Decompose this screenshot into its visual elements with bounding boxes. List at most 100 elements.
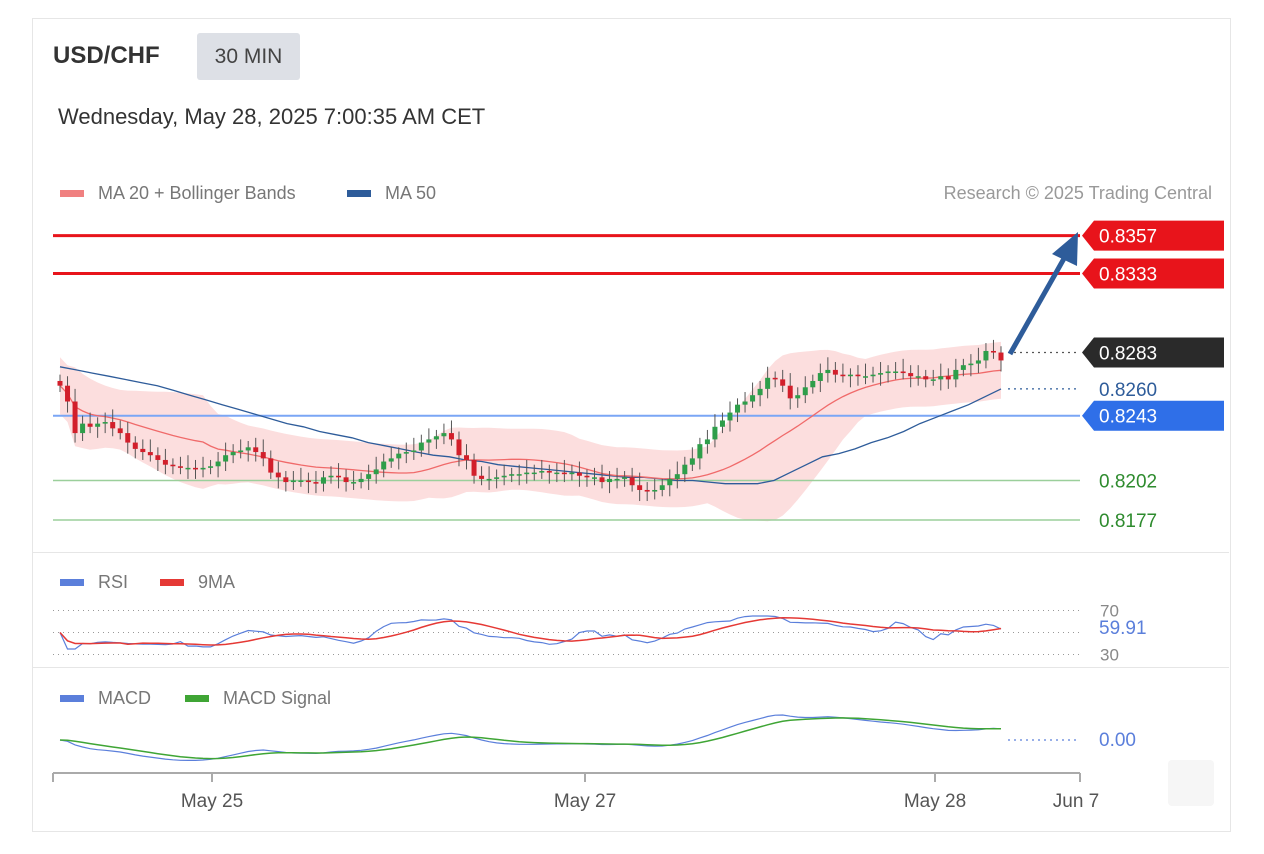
candle-body <box>674 474 680 479</box>
candle-body <box>448 433 454 440</box>
candle-body <box>403 452 409 454</box>
candle-body <box>667 478 673 486</box>
candle-body <box>358 478 364 483</box>
candle-body <box>464 455 470 460</box>
candle-body <box>343 477 349 483</box>
x-tick-label: May 25 <box>181 791 243 812</box>
candle-body <box>576 472 582 476</box>
candle-body <box>546 471 552 473</box>
candle-body <box>147 452 153 456</box>
candle-body <box>554 472 560 475</box>
rsi-axis-label: 30 <box>1100 646 1119 665</box>
candle-body <box>260 452 266 459</box>
candle-body <box>170 464 176 467</box>
candle-body <box>283 477 289 483</box>
level-label: 0.8260 <box>1099 380 1157 401</box>
candle-body <box>795 395 801 399</box>
candle-body <box>290 480 296 483</box>
candle-body <box>908 373 914 377</box>
candle-body <box>320 477 326 484</box>
candle-body <box>531 472 537 475</box>
candle-body <box>95 423 101 427</box>
candle-body <box>418 442 424 451</box>
candle-body <box>433 436 439 440</box>
candle-body <box>132 442 138 449</box>
candle-body <box>990 350 996 353</box>
level-label: 0.8283 <box>1099 344 1157 365</box>
level-label: 0.8357 <box>1099 227 1157 248</box>
candle-body <box>862 376 868 378</box>
candle-body <box>780 379 786 386</box>
candle-body <box>87 423 93 427</box>
candle-body <box>704 439 710 445</box>
candle-body <box>110 422 116 429</box>
level-label: 0.8202 <box>1099 471 1157 492</box>
candle-body <box>735 404 741 413</box>
candle-body <box>366 474 372 479</box>
candle-body <box>509 474 515 476</box>
candle-body <box>742 401 748 405</box>
macd-value-label: 0.00 <box>1099 730 1136 751</box>
bollinger-band <box>60 341 1001 522</box>
candle-body <box>689 458 695 465</box>
candle-body <box>712 426 718 440</box>
candle-body <box>411 450 417 453</box>
candle-body <box>494 477 500 479</box>
candle-body <box>426 439 432 443</box>
candle-body <box>388 458 394 462</box>
candle-body <box>893 371 899 373</box>
candle-body <box>968 363 974 366</box>
candle-body <box>569 472 575 475</box>
candle-body <box>539 471 545 473</box>
x-tick-label: Jun 7 <box>1053 791 1099 812</box>
candle-body <box>155 455 161 460</box>
candle-body <box>238 450 244 453</box>
candle-body <box>208 466 214 468</box>
candle-body <box>479 475 485 479</box>
candle-body <box>268 458 274 473</box>
price-chart: 0.8357 0.8333 0.8283 0.8260 0.8243 0.8202 0.81… <box>52 220 1224 812</box>
candle-body <box>524 472 530 475</box>
candle-body <box>960 365 966 370</box>
candle-body <box>298 480 304 482</box>
candle-body <box>825 369 831 374</box>
candle-body <box>945 376 951 380</box>
candle-body <box>923 376 929 380</box>
candle-body <box>305 480 311 483</box>
candle-body <box>102 422 108 424</box>
candle-body <box>65 385 71 402</box>
candle-body <box>185 467 191 470</box>
candle-body <box>456 439 462 456</box>
candle-body <box>719 420 725 427</box>
candle-body <box>697 444 703 459</box>
candle-body <box>983 350 989 361</box>
candle-body <box>381 461 387 470</box>
candle-body <box>72 401 78 434</box>
candle-body <box>599 477 605 483</box>
candle-body <box>938 376 944 380</box>
candle-body <box>80 423 86 434</box>
candle-body <box>975 360 981 364</box>
candle-body <box>637 485 643 490</box>
candle-body <box>817 373 823 381</box>
level-label: 0.8333 <box>1099 265 1157 286</box>
candle-body <box>441 433 447 437</box>
candle-body <box>351 482 357 484</box>
candle-body <box>230 452 236 456</box>
candle-body <box>953 369 959 380</box>
candle-body <box>802 387 808 396</box>
level-label: 0.8243 <box>1099 407 1157 428</box>
candle-body <box>561 472 567 475</box>
x-tick-label: May 28 <box>904 791 966 812</box>
candle-body <box>486 478 492 481</box>
candle-body <box>652 489 658 492</box>
rsi-value-label: 59.91 <box>1099 618 1147 639</box>
candle-body <box>607 478 613 483</box>
candle-body <box>501 475 507 478</box>
candle-body <box>253 447 259 453</box>
candle-body <box>772 377 778 380</box>
candle-body <box>727 412 733 421</box>
candle-body <box>682 464 688 475</box>
candle-body <box>223 455 229 462</box>
candle-body <box>614 478 620 481</box>
